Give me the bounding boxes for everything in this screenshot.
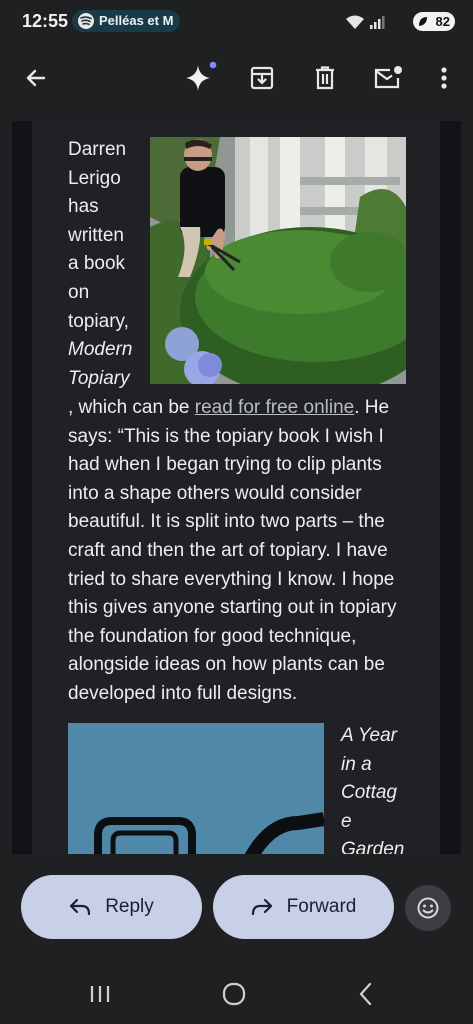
recent-apps-button[interactable] — [80, 974, 120, 1014]
book-title-line: Topiary — [68, 367, 130, 389]
intro-line: Darren — [68, 139, 127, 160]
forward-label: Forward — [286, 896, 357, 917]
text-span: , which can be — [68, 397, 195, 418]
book2-title-line: A Year — [341, 725, 397, 746]
body-line: craft and then the art of topiary. I hav… — [68, 539, 388, 561]
more-options-button[interactable] — [424, 58, 464, 98]
book-cover-image — [68, 723, 324, 854]
delete-button[interactable] — [305, 58, 345, 98]
book2-title-line: Cottag — [341, 782, 397, 804]
intro-line: topiary, — [68, 310, 129, 332]
link-line: , which can be read for free online. He — [68, 394, 408, 423]
system-nav-bar — [0, 970, 473, 1024]
battery-level: 82 — [435, 14, 450, 29]
book2-title: A Year in a Cottag e Garden — [341, 722, 404, 854]
intro-line: has — [68, 196, 99, 218]
intro-line: a book — [68, 253, 126, 275]
body-line: into a shape others would consider — [68, 482, 362, 504]
gardener-photo — [150, 137, 406, 384]
emoji-icon — [417, 897, 439, 919]
body-line: says: “This is the topiary book I wish I — [68, 425, 384, 447]
body-line: developed into full designs. — [68, 682, 298, 704]
main-paragraph: , which can be read for free online. He … — [68, 394, 408, 709]
email-content-area[interactable]: Darren Lerigo has written a book on topi… — [12, 121, 461, 854]
gemini-button[interactable] — [180, 58, 220, 98]
status-icons: 82 — [345, 11, 455, 33]
status-bar: 12:55 Pelléas et M 82 — [0, 0, 473, 44]
spotify-track-text: Pelléas et M — [99, 13, 174, 28]
status-time: 12:55 — [22, 11, 69, 31]
trash-icon — [316, 66, 334, 90]
email-body: Darren Lerigo has written a book on topi… — [32, 121, 440, 854]
body-line: had when I began trying to clip plants — [68, 454, 382, 476]
home-button[interactable] — [214, 974, 254, 1014]
back-button[interactable] — [16, 58, 56, 98]
mark-unread-button[interactable] — [368, 58, 408, 98]
wifi-icon — [346, 15, 364, 29]
chevron-left-icon — [359, 982, 372, 1006]
more-vert-icon — [441, 67, 447, 89]
reply-label: Reply — [105, 896, 154, 917]
emoji-reaction-button[interactable] — [405, 885, 451, 931]
battery-leaf-icon — [419, 17, 427, 26]
body-line: this gives anyone starting out in topiar… — [68, 597, 397, 619]
forward-button[interactable]: Forward — [213, 875, 394, 939]
read-online-link[interactable]: read for free online — [195, 397, 355, 418]
archive-icon — [250, 66, 274, 90]
book2-title-line: e — [341, 810, 352, 832]
home-icon — [222, 982, 246, 1006]
body-line: tried to share everything I know. I hope — [68, 568, 395, 590]
book-title-line: Modern — [68, 339, 133, 361]
spotify-icon — [78, 13, 94, 29]
recent-apps-icon — [90, 986, 110, 1002]
sparkle-icon — [186, 61, 217, 91]
reply-button[interactable]: Reply — [21, 875, 202, 939]
archive-button[interactable] — [242, 58, 282, 98]
email-toolbar — [0, 44, 473, 120]
body-line: beautiful. It is split into two parts – … — [68, 511, 385, 533]
mail-unread-icon — [374, 66, 402, 89]
signal-icon — [370, 16, 385, 29]
body-line: alongside ideas on how plants can be — [68, 654, 385, 676]
book2-title-line: in a — [341, 753, 372, 775]
spotify-media-chip[interactable]: Pelléas et M — [72, 10, 180, 32]
reply-icon — [70, 898, 91, 916]
intro-paragraph: Darren Lerigo has written a book on topi… — [68, 136, 132, 393]
intro-line: Lerigo — [68, 167, 121, 189]
body-line: the foundation for good technique, — [68, 625, 357, 647]
text-span: . He — [354, 397, 390, 418]
intro-line: on — [68, 281, 90, 303]
system-back-button[interactable] — [346, 974, 386, 1014]
forward-icon — [251, 898, 272, 916]
book2-title-line: Garden — [341, 839, 405, 854]
arrow-left-icon — [26, 69, 46, 87]
intro-line: written — [68, 224, 124, 246]
battery-indicator: 82 — [413, 12, 455, 31]
